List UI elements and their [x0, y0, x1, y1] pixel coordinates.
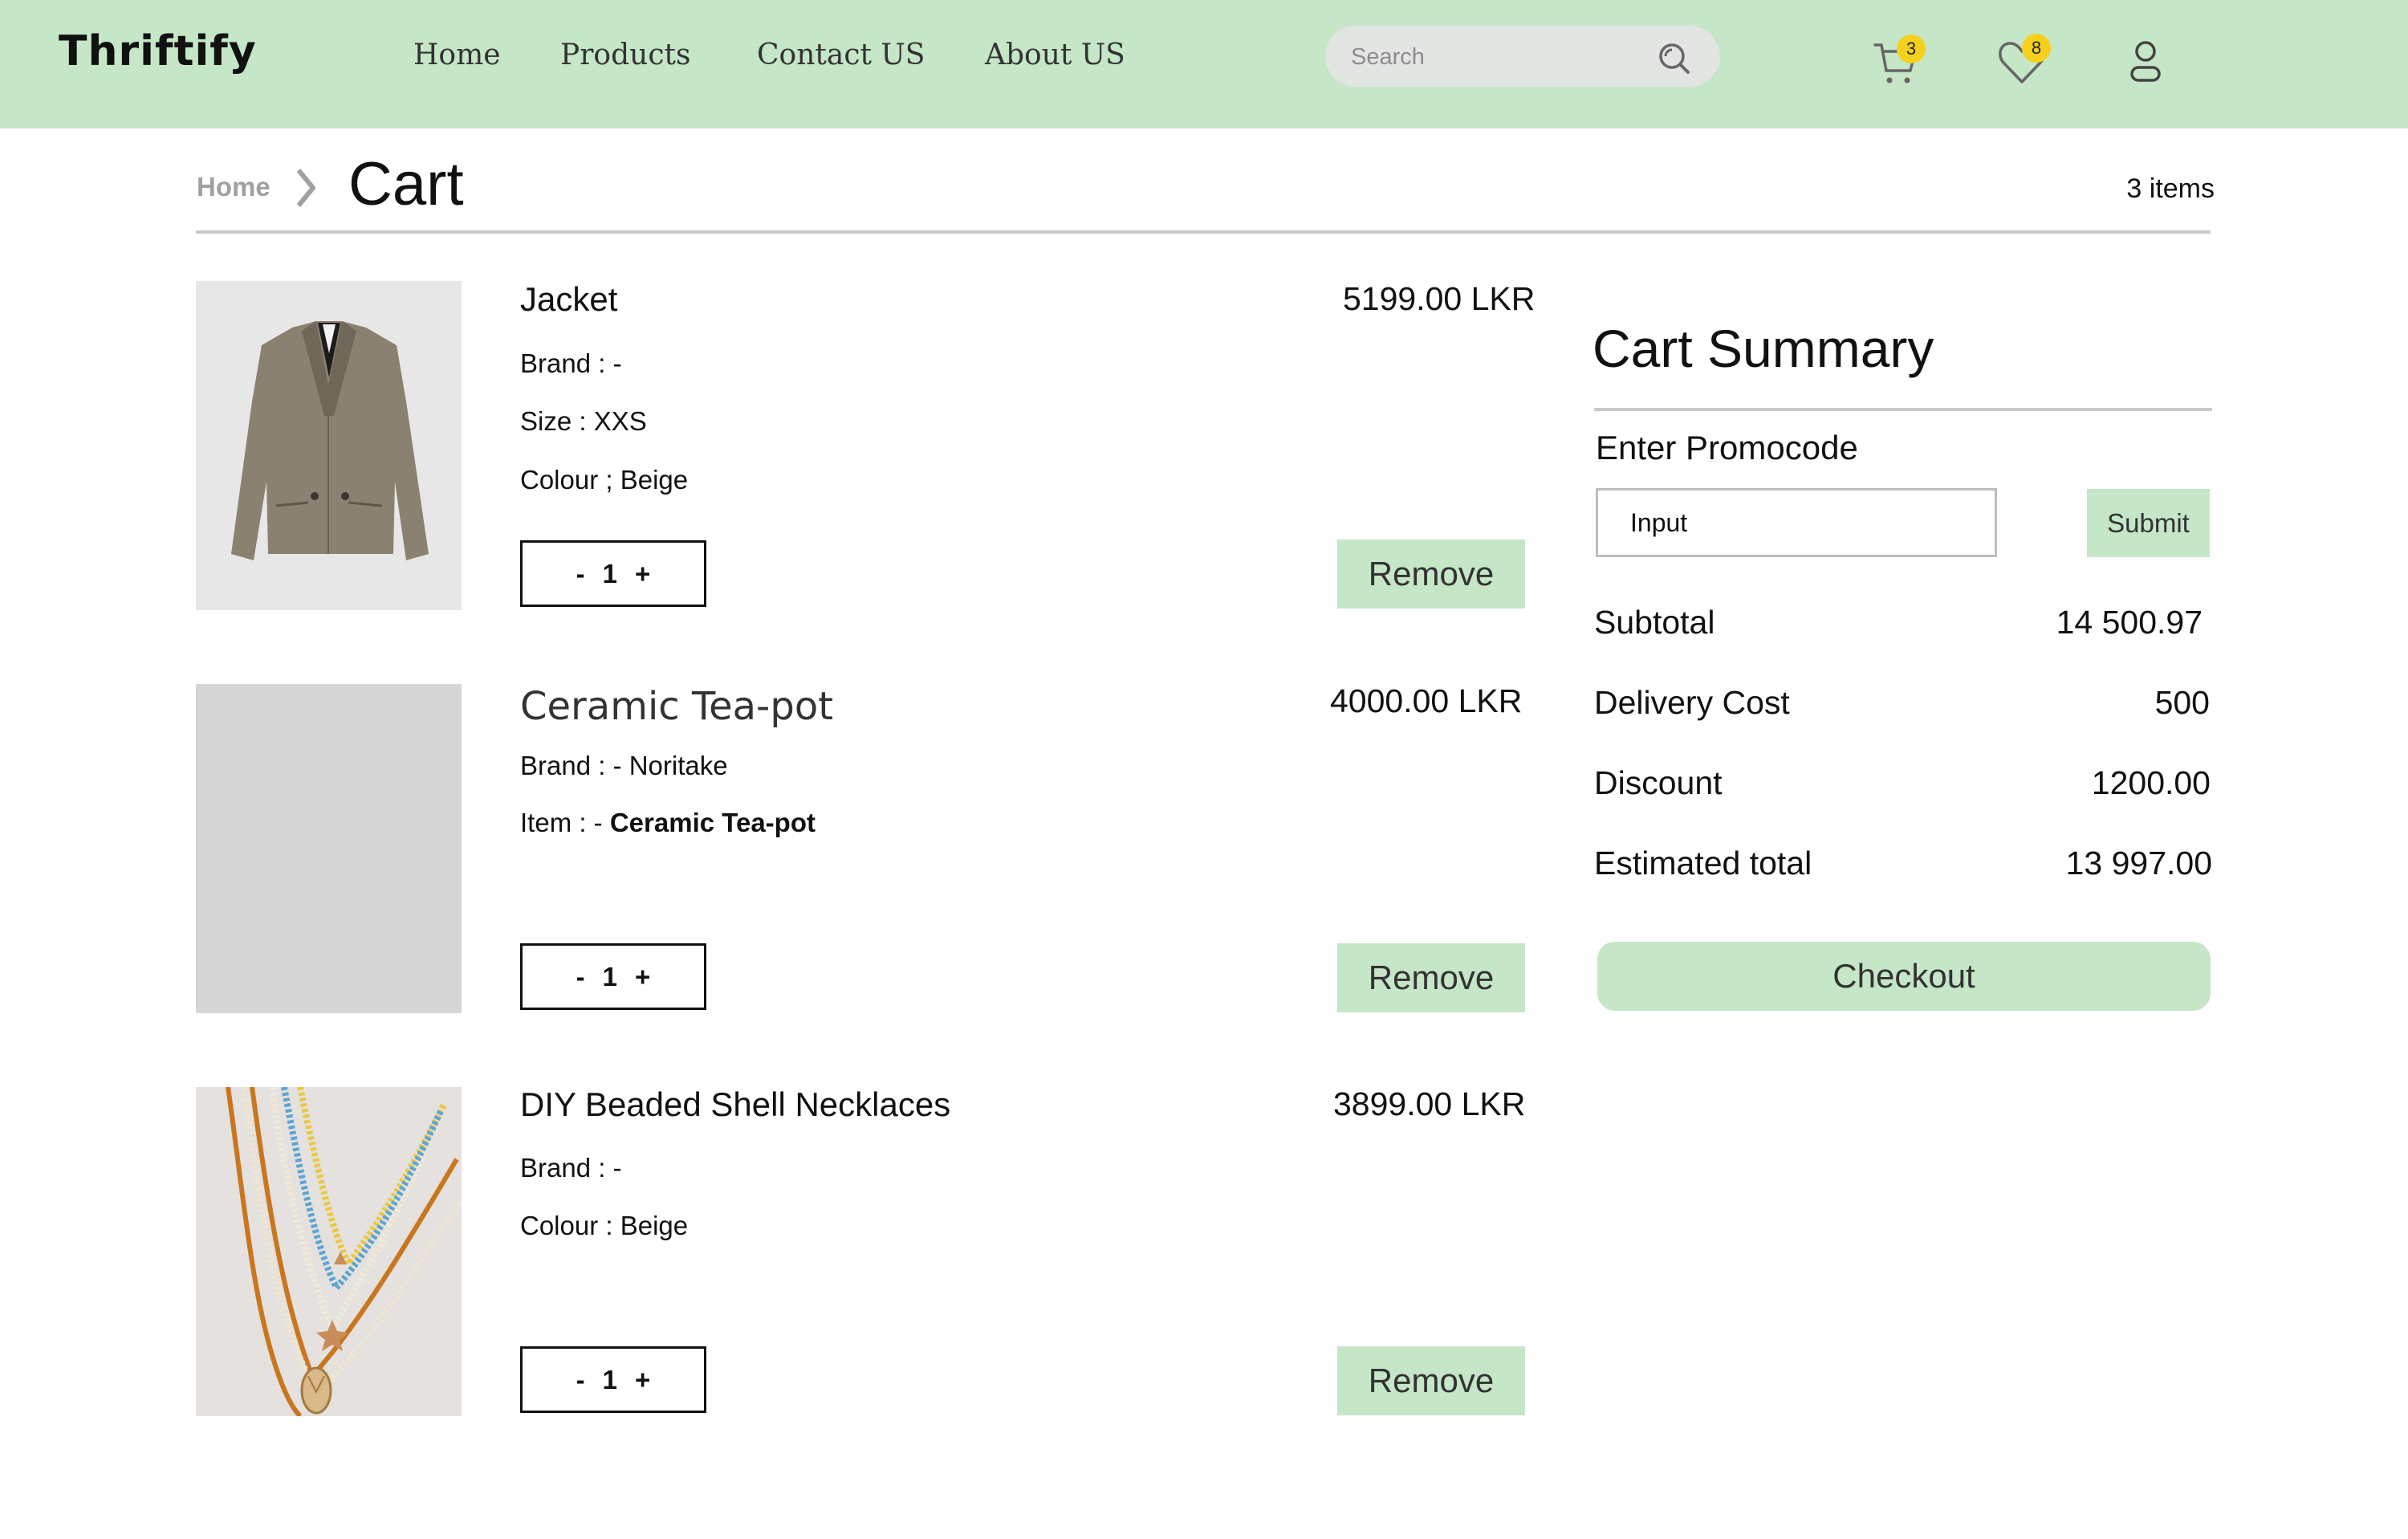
remove-button[interactable]: Remove: [1337, 539, 1525, 609]
decrement-button[interactable]: -: [576, 962, 585, 992]
quantity-value: 1: [602, 961, 618, 991]
item-type-value: Ceramic Tea-pot: [609, 808, 816, 837]
quantity-stepper: - 1 +: [520, 1346, 706, 1413]
cart-item-count: 3 items: [2126, 173, 2215, 204]
item-brand: Brand : -: [520, 1153, 622, 1183]
delivery-cost-value: 500: [2154, 684, 2210, 721]
wishlist-badge: 8: [2022, 34, 2051, 63]
promo-submit-button[interactable]: Submit: [2087, 489, 2210, 557]
quantity-value: 1: [602, 1364, 618, 1394]
checkout-button[interactable]: Checkout: [1597, 942, 2211, 1011]
item-price: 5199.00 LKR: [1343, 280, 1536, 317]
increment-button[interactable]: +: [635, 1365, 650, 1395]
increment-button[interactable]: +: [635, 962, 650, 992]
cart-summary-title: Cart Summary: [1592, 319, 1934, 378]
increment-button[interactable]: +: [635, 559, 650, 589]
item-price: 3899.00 LKR: [1333, 1085, 1526, 1122]
breadcrumb-home[interactable]: Home: [197, 172, 270, 202]
subtotal-label: Subtotal: [1594, 604, 1715, 641]
search-icon[interactable]: [1656, 40, 1691, 75]
product-image[interactable]: [196, 1087, 462, 1416]
item-colour: Colour : Beige: [520, 1211, 689, 1240]
nav-home[interactable]: Home: [413, 39, 501, 71]
item-colour: Colour ; Beige: [520, 465, 689, 495]
page-title: Cart: [348, 150, 464, 218]
quantity-stepper: - 1 +: [520, 540, 706, 607]
nav-products[interactable]: Products: [560, 39, 690, 71]
top-navigation-bar: Thriftify Home Products Contact US About…: [0, 0, 2408, 128]
item-size: Size : XXS: [520, 406, 647, 436]
item-type-label: Item : -: [520, 808, 610, 837]
summary-divider: [1594, 408, 2212, 411]
chevron-right-icon: [296, 169, 315, 207]
decrement-button[interactable]: -: [576, 1365, 585, 1395]
logo[interactable]: Thriftify: [59, 27, 257, 75]
item-brand: Brand : - Noritake: [520, 751, 728, 780]
cart-badge: 3: [1897, 35, 1926, 63]
item-name[interactable]: Jacket: [520, 280, 617, 319]
item-type: Item : - Ceramic Tea-pot: [520, 808, 816, 838]
search-bar: [1325, 26, 1720, 88]
remove-button[interactable]: Remove: [1337, 943, 1525, 1012]
estimated-total-label: Estimated total: [1594, 845, 1812, 881]
delivery-cost-label: Delivery Cost: [1594, 684, 1790, 721]
search-input[interactable]: [1349, 26, 1649, 88]
decrement-button[interactable]: -: [576, 559, 585, 589]
estimated-total-value: 13 997.00: [2065, 845, 2212, 881]
header-divider: [196, 230, 2211, 234]
discount-value: 1200.00: [2091, 764, 2211, 801]
user-icon[interactable]: [2119, 34, 2172, 92]
quantity-stepper: - 1 +: [520, 943, 706, 1010]
promo-code-input[interactable]: [1596, 488, 1997, 557]
nav-about-us[interactable]: About US: [985, 39, 1125, 71]
discount-label: Discount: [1594, 764, 1723, 801]
remove-button[interactable]: Remove: [1337, 1346, 1525, 1415]
item-price: 4000.00 LKR: [1330, 682, 1523, 719]
item-name[interactable]: DIY Beaded Shell Necklaces: [520, 1085, 950, 1124]
promo-label: Enter Promocode: [1596, 429, 1858, 466]
item-name[interactable]: Ceramic Tea-pot: [520, 684, 833, 729]
product-image[interactable]: [196, 281, 462, 610]
quantity-value: 1: [602, 558, 618, 588]
nav-contact-us[interactable]: Contact US: [757, 39, 925, 71]
subtotal-value: 14 500.97: [2056, 604, 2203, 641]
item-brand: Brand : -: [520, 348, 622, 378]
product-image-placeholder[interactable]: [196, 684, 462, 1013]
